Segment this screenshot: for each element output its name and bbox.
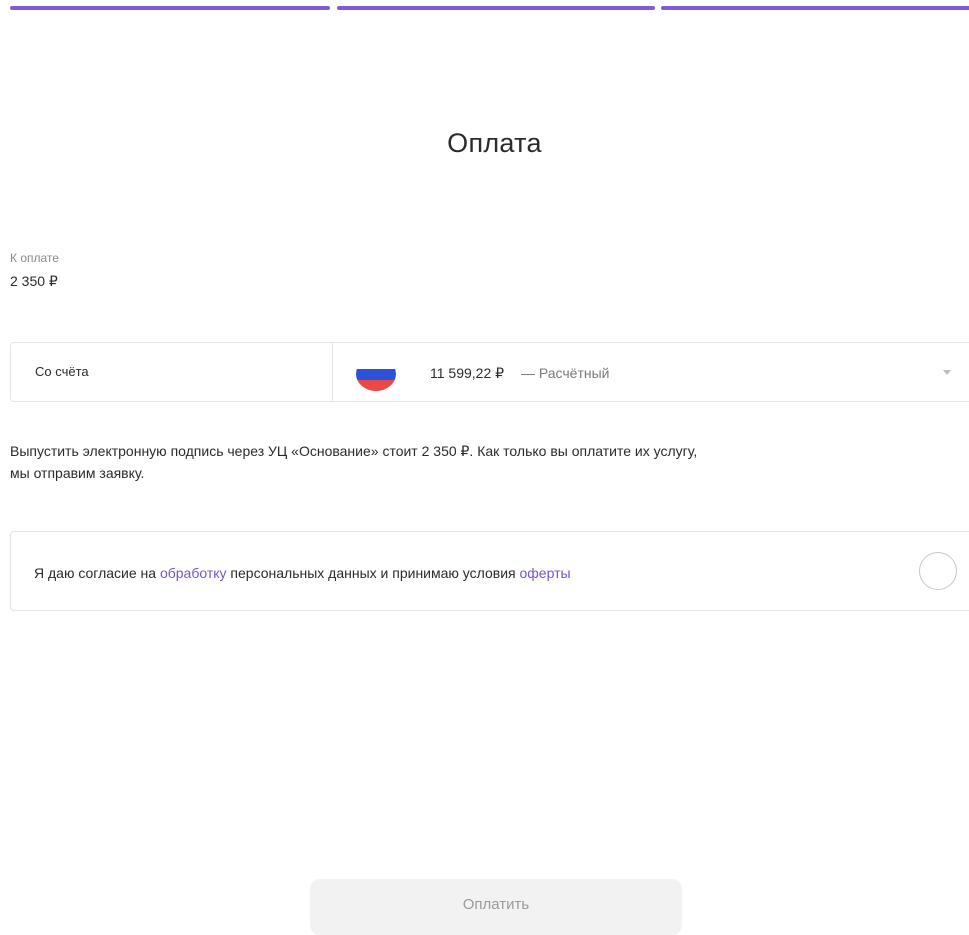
progress-step-2 xyxy=(337,6,655,10)
consent-text-part-2: персональных данных и принимаю условия xyxy=(226,565,520,581)
page-title: Оплата xyxy=(447,128,542,158)
account-label: Со счёта xyxy=(11,343,333,401)
progress-bar xyxy=(10,6,969,10)
account-dropdown[interactable]: 11 599,22 ₽ — Расчётный xyxy=(334,343,969,401)
description-line-1: Выпустить электронную подпись через УЦ «… xyxy=(10,443,698,459)
account-selector: Со счёта 11 599,22 ₽ — Расчётный xyxy=(10,342,969,402)
account-type: — Расчётный xyxy=(521,365,610,381)
consent-text-part-1: Я даю согласие на xyxy=(34,565,160,581)
consent-block: Я даю согласие на обработку персональных… xyxy=(10,531,969,611)
consent-checkbox[interactable] xyxy=(919,552,957,590)
consent-text: Я даю согласие на обработку персональных… xyxy=(34,532,571,610)
offer-link[interactable]: оферты xyxy=(520,565,571,581)
chevron-down-icon[interactable] xyxy=(943,370,951,375)
description-line-2: мы отправим заявку. xyxy=(10,465,145,481)
amount-value: 2 350 ₽ xyxy=(10,273,58,289)
pay-button[interactable]: Оплатить xyxy=(310,879,682,935)
progress-step-3 xyxy=(661,6,969,10)
payment-description: Выпустить электронную подпись через УЦ «… xyxy=(10,440,930,484)
amount-label: К оплате xyxy=(10,251,59,265)
russia-flag-icon xyxy=(356,357,396,391)
processing-link[interactable]: обработку xyxy=(160,565,227,581)
progress-step-1 xyxy=(10,6,330,10)
account-balance: 11 599,22 ₽ xyxy=(430,365,505,381)
